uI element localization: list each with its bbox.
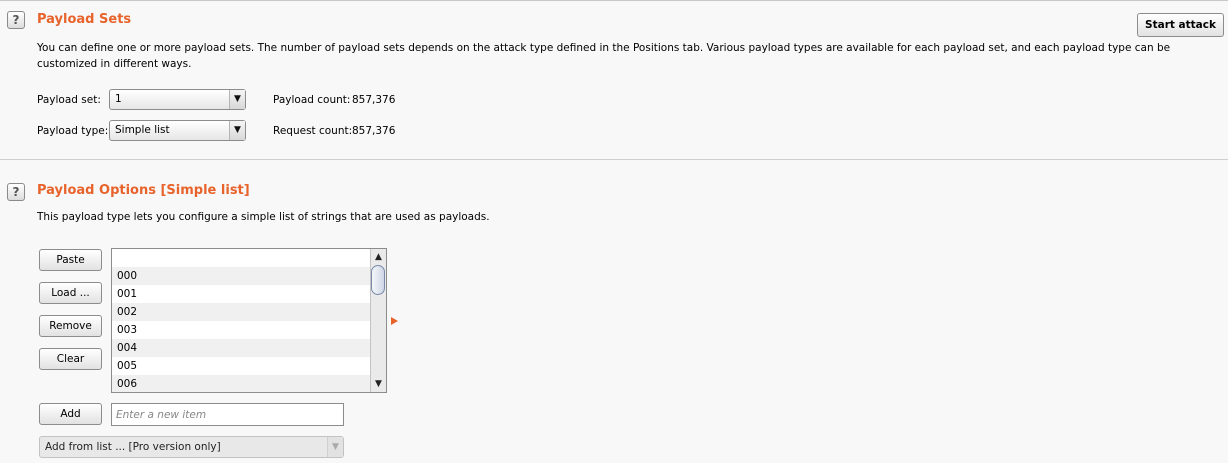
help-icon[interactable]: ?	[7, 183, 25, 201]
start-attack-button[interactable]: Start attack	[1137, 13, 1224, 37]
list-item[interactable]: 002	[112, 303, 371, 321]
payload-count-value: 857,376	[352, 94, 396, 106]
payload-sets-description-line2: customized in different ways.	[37, 58, 192, 70]
payload-list-items: 000 001 002 003 004 005 006	[112, 249, 371, 392]
request-count-label: Request count:	[273, 125, 353, 137]
new-item-input[interactable]	[111, 403, 344, 426]
payload-type-value: Simple list	[115, 124, 170, 136]
scroll-down-icon[interactable]: ▼	[371, 377, 386, 391]
load-button[interactable]: Load ...	[39, 282, 102, 304]
payload-type-select[interactable]: Simple list ▼	[109, 120, 246, 141]
payload-set-value: 1	[115, 93, 122, 105]
scroll-up-icon[interactable]: ▲	[371, 250, 386, 264]
list-scrollbar[interactable]: ▲ ▼	[370, 249, 386, 392]
payload-set-select[interactable]: 1 ▼	[109, 89, 246, 110]
chevron-down-icon: ▼	[229, 121, 245, 140]
list-item[interactable]: 000	[112, 267, 371, 285]
request-count-value: 857,376	[352, 125, 396, 137]
list-item[interactable]: 003	[112, 321, 371, 339]
list-item[interactable]	[112, 249, 371, 267]
add-from-list-value: Add from list ... [Pro version only]	[45, 441, 221, 453]
chevron-down-icon: ▼	[229, 90, 245, 109]
remove-button[interactable]: Remove	[39, 315, 102, 337]
list-item[interactable]: 001	[112, 285, 371, 303]
payload-type-label: Payload type:	[37, 125, 109, 137]
chevron-down-icon: ▼	[327, 437, 343, 457]
payload-options-description: This payload type lets you configure a s…	[37, 211, 490, 223]
help-icon[interactable]: ?	[7, 11, 25, 29]
list-item[interactable]: 006	[112, 375, 371, 392]
payload-list[interactable]: 000 001 002 003 004 005 006 ▲ ▼	[111, 248, 387, 393]
list-item[interactable]: 005	[112, 357, 371, 375]
expand-arrow-icon[interactable]	[391, 317, 398, 325]
add-button[interactable]: Add	[39, 403, 102, 425]
top-border	[0, 0, 1228, 1]
scrollbar-thumb[interactable]	[371, 265, 385, 295]
list-item[interactable]: 004	[112, 339, 371, 357]
paste-button[interactable]: Paste	[39, 249, 102, 271]
payload-count-label: Payload count:	[273, 94, 351, 106]
add-from-list-select[interactable]: Add from list ... [Pro version only] ▼	[39, 436, 344, 458]
payload-set-label: Payload set:	[37, 94, 101, 106]
payload-sets-title: Payload Sets	[37, 12, 132, 27]
payload-options-title: Payload Options [Simple list]	[37, 183, 250, 198]
clear-button[interactable]: Clear	[39, 348, 102, 370]
payload-sets-description-line1: You can define one or more payload sets.…	[37, 42, 1171, 54]
section-divider	[0, 159, 1228, 160]
